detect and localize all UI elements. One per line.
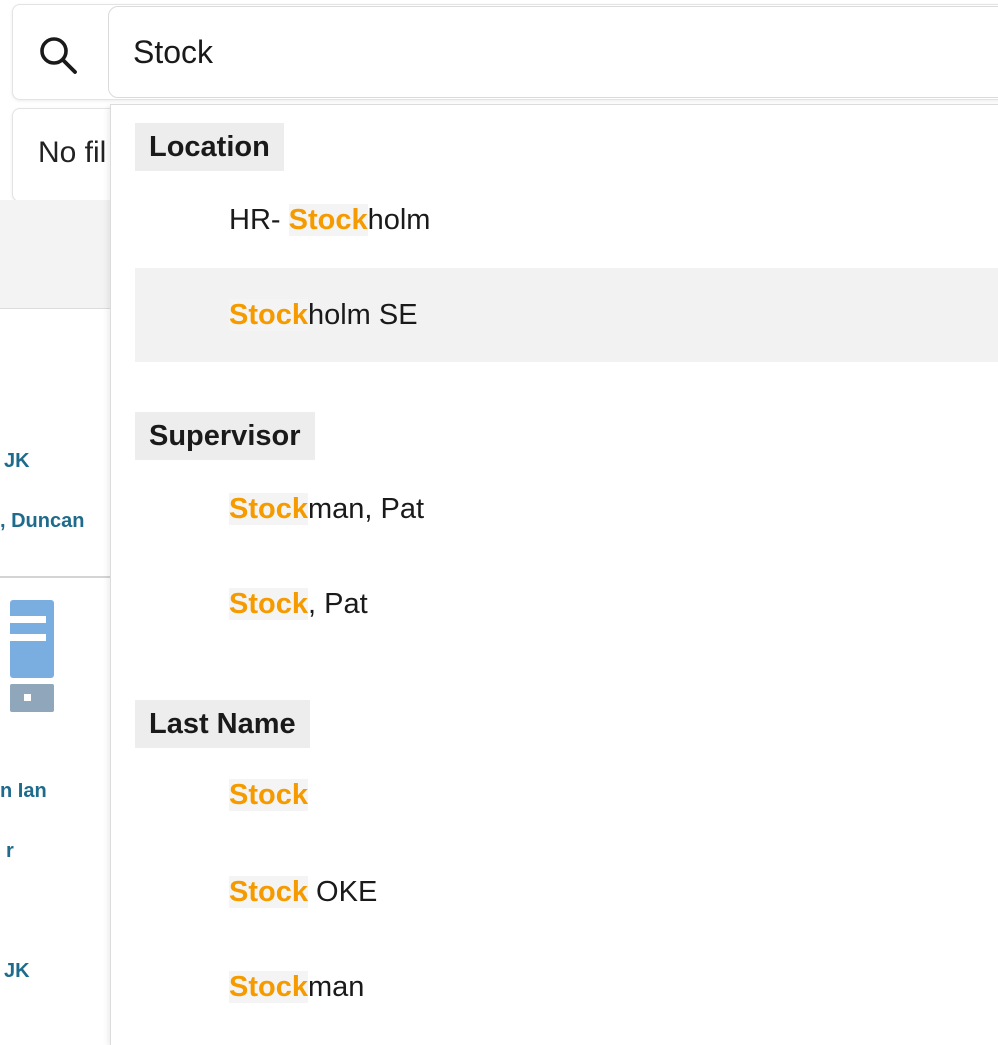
filter-text: No fil [38, 136, 107, 169]
suggestion-item-highlighted[interactable]: Stockholm SE [135, 268, 998, 362]
search-icon[interactable] [38, 35, 78, 75]
background-link-name[interactable]: n Ian [0, 780, 47, 803]
suggestions-dropdown: Location HR- Stockholm Stockholm SE Supe… [110, 104, 998, 1045]
suggestion-item[interactable]: Stockman, Pat [135, 462, 998, 556]
match-highlight: Stock [288, 204, 368, 236]
match-highlight: Stock [229, 876, 308, 908]
background-link-title[interactable]: r [6, 840, 14, 863]
search-input[interactable] [108, 6, 998, 98]
group-header-supervisor: Supervisor [135, 412, 315, 460]
suggestion-item[interactable]: Stock [135, 748, 998, 842]
suggestion-item[interactable]: Stock OKE [135, 845, 998, 939]
suggestion-item[interactable]: Stock, Pat [135, 557, 998, 651]
background-divider [0, 576, 120, 578]
background-link-supervisor[interactable]: , Duncan [0, 510, 84, 533]
background-band [0, 200, 120, 309]
match-highlight: Stock [229, 971, 308, 1003]
match-highlight: Stock [229, 299, 308, 331]
group-header-last-name: Last Name [135, 700, 310, 748]
match-highlight: Stock [229, 493, 308, 525]
group-header-location: Location [135, 123, 284, 171]
suggestion-item[interactable]: HR- Stockholm [135, 173, 998, 267]
match-highlight: Stock [229, 588, 308, 620]
match-highlight: Stock [229, 779, 308, 811]
server-icon [10, 600, 54, 712]
background-link-location[interactable]: JK [4, 450, 30, 473]
search-bar [0, 0, 998, 104]
suggestion-item[interactable]: Stockman [135, 940, 998, 1034]
background-link-location-2[interactable]: JK [4, 960, 30, 983]
